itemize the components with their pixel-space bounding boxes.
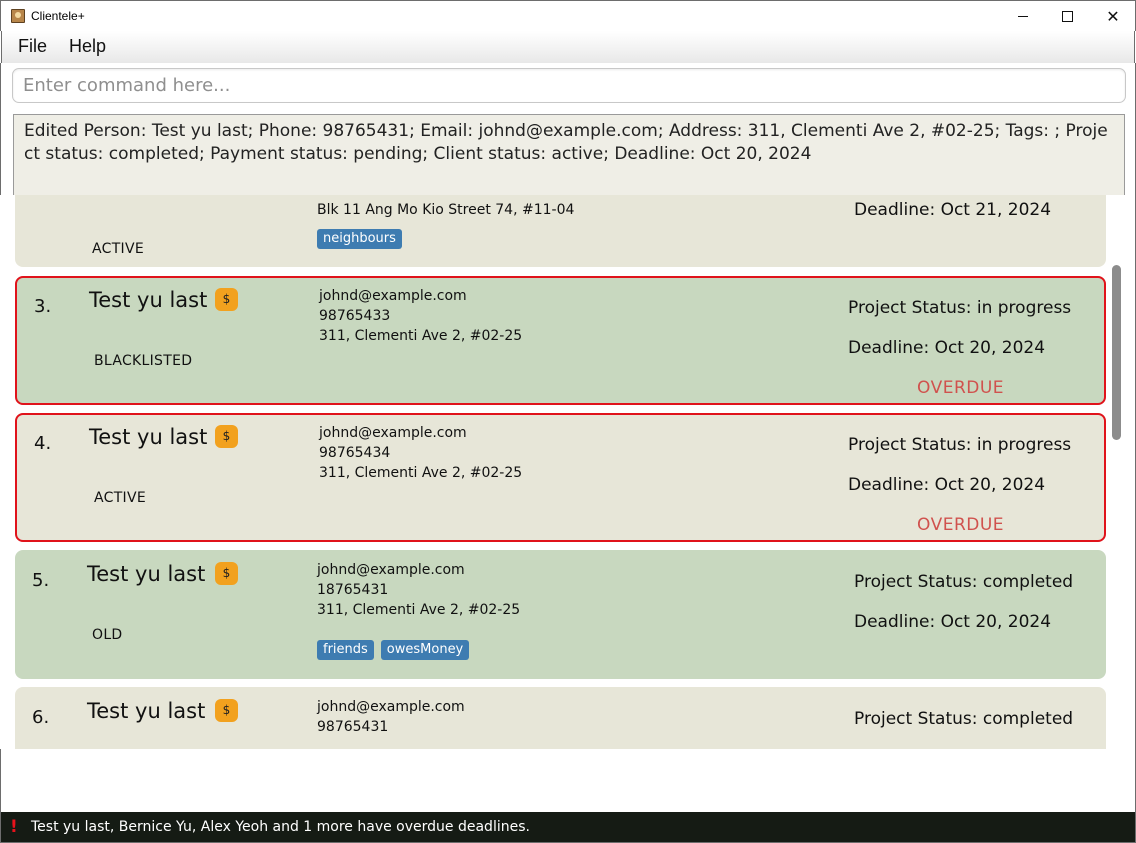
person-name: Test yu last bbox=[89, 288, 208, 312]
payment-pending-icon: $ bbox=[215, 699, 238, 722]
payment-pending-icon: $ bbox=[215, 562, 238, 585]
tag: neighbours bbox=[317, 229, 402, 249]
person-phone: 98765433 bbox=[319, 308, 391, 324]
app-icon bbox=[11, 9, 25, 23]
menu-help[interactable]: Help bbox=[69, 36, 106, 57]
title-bar: Clientele+ ✕ bbox=[0, 0, 1136, 31]
menu-file[interactable]: File bbox=[18, 36, 47, 57]
person-card[interactable]: 3. Test yu last $ johnd@example.com 9876… bbox=[15, 276, 1106, 405]
person-address: 311, Clementi Ave 2, #02-25 bbox=[319, 328, 523, 344]
person-email: johnd@example.com bbox=[317, 562, 465, 578]
person-phone: 18765431 bbox=[317, 582, 389, 598]
person-list[interactable]: Blk 11 Ang Mo Kio Street 74, #11-04 neig… bbox=[0, 195, 1134, 749]
list-scrollbar[interactable] bbox=[1107, 195, 1121, 749]
status-message: Test yu last, Bernice Yu, Alex Yeoh and … bbox=[31, 819, 530, 835]
person-email: johnd@example.com bbox=[317, 699, 465, 715]
tag-list: neighbours bbox=[317, 229, 402, 249]
tag-list: friends owesMoney bbox=[317, 640, 470, 660]
person-card[interactable]: Blk 11 Ang Mo Kio Street 74, #11-04 neig… bbox=[15, 195, 1106, 267]
command-input[interactable] bbox=[13, 69, 1125, 102]
person-phone: 98765431 bbox=[317, 719, 389, 735]
person-index: 4. bbox=[34, 433, 52, 454]
payment-pending-icon: $ bbox=[215, 288, 238, 311]
person-card[interactable]: 6. Test yu last $ johnd@example.com 9876… bbox=[15, 687, 1106, 749]
deadline: Deadline: Oct 20, 2024 bbox=[854, 612, 1052, 632]
person-email: johnd@example.com bbox=[319, 288, 467, 304]
warning-icon: ! bbox=[10, 817, 18, 837]
close-icon: ✕ bbox=[1106, 6, 1120, 26]
person-index: 3. bbox=[34, 296, 52, 317]
window-title: Clientele+ bbox=[31, 9, 85, 23]
person-email: johnd@example.com bbox=[319, 425, 467, 441]
person-phone: 98765434 bbox=[319, 445, 391, 461]
person-index: 6. bbox=[32, 707, 50, 728]
project-status: Project Status: completed bbox=[854, 709, 1074, 729]
client-status: ACTIVE bbox=[94, 490, 147, 506]
person-name: Test yu last bbox=[89, 425, 208, 449]
deadline: Deadline: Oct 20, 2024 bbox=[848, 475, 1046, 495]
overdue-label: OVERDUE bbox=[917, 378, 1005, 398]
person-card[interactable]: 4. Test yu last $ johnd@example.com 9876… bbox=[15, 413, 1106, 542]
client-status: ACTIVE bbox=[92, 241, 145, 257]
menu-bar: File Help bbox=[1, 31, 1135, 63]
deadline: Deadline: Oct 20, 2024 bbox=[848, 338, 1046, 358]
minimize-icon bbox=[1018, 15, 1028, 17]
project-status: Project Status: in progress bbox=[848, 435, 1072, 455]
client-status: BLACKLISTED bbox=[94, 353, 193, 369]
deadline: Deadline: Oct 21, 2024 bbox=[854, 200, 1052, 220]
person-index: 5. bbox=[32, 570, 50, 591]
person-name: Test yu last bbox=[87, 699, 206, 723]
maximize-icon bbox=[1061, 10, 1073, 22]
payment-pending-icon: $ bbox=[215, 425, 238, 448]
scrollbar-thumb[interactable] bbox=[1112, 265, 1121, 440]
overdue-label: OVERDUE bbox=[917, 515, 1005, 535]
person-address: 311, Clementi Ave 2, #02-25 bbox=[319, 465, 523, 481]
person-address: 311, Clementi Ave 2, #02-25 bbox=[317, 602, 521, 618]
tag: owesMoney bbox=[380, 640, 470, 660]
client-status: OLD bbox=[92, 627, 123, 643]
command-box bbox=[12, 68, 1126, 103]
project-status: Project Status: in progress bbox=[848, 298, 1072, 318]
person-address: Blk 11 Ang Mo Kio Street 74, #11-04 bbox=[317, 202, 575, 218]
person-name: Test yu last bbox=[87, 562, 206, 586]
maximize-button[interactable] bbox=[1044, 1, 1090, 31]
project-status: Project Status: completed bbox=[854, 572, 1074, 592]
minimize-button[interactable] bbox=[1000, 1, 1046, 31]
tag: friends bbox=[317, 640, 374, 660]
person-card[interactable]: 5. Test yu last $ johnd@example.com 1876… bbox=[15, 550, 1106, 679]
status-bar: ! Test yu last, Bernice Yu, Alex Yeoh an… bbox=[0, 812, 1136, 843]
close-button[interactable]: ✕ bbox=[1090, 1, 1136, 31]
